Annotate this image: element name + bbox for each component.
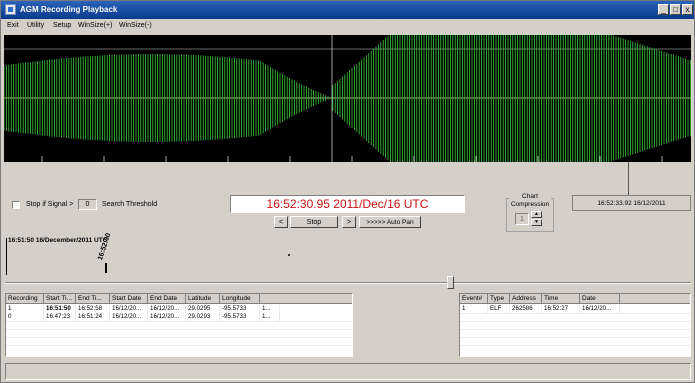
column-header[interactable]: Time xyxy=(542,294,580,304)
column-header[interactable]: Start Date xyxy=(110,294,148,304)
events-table[interactable]: Event# Type Address Time Date 1 ELF 2625… xyxy=(459,293,691,357)
column-header[interactable]: End Date xyxy=(148,294,186,304)
maximize-button[interactable]: □ xyxy=(670,4,681,15)
recordings-table[interactable]: Recording Start Ti... End Ti... Start Da… xyxy=(5,293,353,357)
compression-up-arrow-icon[interactable]: ▲ xyxy=(531,211,542,218)
column-header[interactable]: Event# xyxy=(460,294,488,304)
waveform-display[interactable] xyxy=(3,28,691,168)
menu-winsize-minus[interactable]: WinSize(-) xyxy=(119,22,152,29)
column-header[interactable]: Longitude xyxy=(220,294,260,304)
column-header[interactable] xyxy=(260,294,352,304)
stop-button[interactable]: Stop xyxy=(290,216,338,228)
column-header[interactable]: Date xyxy=(580,294,620,304)
slider-thumb[interactable] xyxy=(447,276,454,289)
column-header[interactable]: Recording xyxy=(6,294,44,304)
timeline-start-label: 16:51:50 16/December/2011 UTC xyxy=(8,237,108,244)
stop-signal-label: Stop if Signal > xyxy=(26,201,74,208)
column-header[interactable]: End Ti... xyxy=(76,294,110,304)
menu-utility[interactable]: Utility xyxy=(27,22,44,29)
compression-down-arrow-icon[interactable]: ▼ xyxy=(531,219,542,226)
window-title: AGM Recording Playback xyxy=(20,5,118,14)
title-bar[interactable]: AGM Recording Playback _ □ x xyxy=(1,1,694,19)
threshold-field[interactable]: 0 xyxy=(78,199,97,210)
column-header[interactable]: Type xyxy=(488,294,510,304)
minimize-button[interactable]: _ xyxy=(658,4,669,15)
chart-compression-title: Chart Compression xyxy=(509,193,551,209)
compression-field[interactable]: 1 xyxy=(515,213,529,225)
threshold-label: Search Threshold xyxy=(102,201,158,208)
time-display: 16:52:30.95 2011/Dec/16 UTC xyxy=(230,195,465,213)
column-header[interactable] xyxy=(620,294,690,304)
menu-setup[interactable]: Setup xyxy=(53,22,71,29)
menu-bar: Exit Utility Setup WinSize(+) WinSize(-) xyxy=(1,19,694,33)
cursor-time-display: 16:52:33.92 16/12/2011 xyxy=(572,195,691,211)
menu-exit[interactable]: Exit xyxy=(7,22,19,29)
column-header[interactable]: Start Ti... xyxy=(44,294,76,304)
previous-button[interactable]: < xyxy=(274,216,288,228)
waveform-plot xyxy=(3,28,691,168)
column-header[interactable]: Address xyxy=(510,294,542,304)
column-header[interactable]: Latitude xyxy=(186,294,220,304)
status-bar xyxy=(5,363,691,380)
next-button[interactable]: > xyxy=(342,216,356,228)
close-button[interactable]: x xyxy=(682,4,693,15)
menu-winsize-plus[interactable]: WinSize(+) xyxy=(78,22,112,29)
auto-pan-button[interactable]: >>>>> Auto Pan xyxy=(359,216,421,228)
stop-signal-checkbox[interactable] xyxy=(12,201,20,209)
cursor-connector xyxy=(628,162,629,195)
app-window: AGM Recording Playback _ □ x Exit Utilit… xyxy=(0,0,695,383)
timeline-marker-dot xyxy=(288,254,290,256)
timeline-start-marker xyxy=(6,238,7,275)
timeline-tick-mark xyxy=(105,263,107,273)
app-icon xyxy=(5,4,16,15)
